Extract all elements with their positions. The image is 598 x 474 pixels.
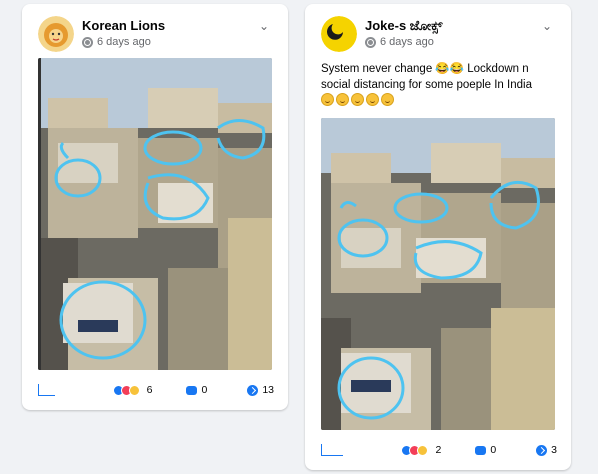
page-avatar[interactable] xyxy=(321,16,357,52)
insights-chart[interactable] xyxy=(38,384,55,396)
post-photo[interactable] xyxy=(321,118,555,430)
globe-icon xyxy=(365,36,376,48)
share-icon xyxy=(536,444,548,456)
laughing-emoji-icon xyxy=(366,93,379,106)
page-name[interactable]: Joke-s ಜೋಕ್ಸ್ xyxy=(365,18,442,34)
post-card: Korean Lions 6 days ago ⌄ 6 0 13 xyxy=(22,4,288,410)
reactions-value: 2 xyxy=(435,444,442,456)
insights-chart[interactable] xyxy=(321,444,344,456)
emoji-row xyxy=(321,93,394,106)
post-footer: 2 0 3 xyxy=(321,442,557,458)
shares-value: 3 xyxy=(551,444,557,456)
comments-value: 0 xyxy=(490,444,497,456)
comments-count[interactable]: 0 xyxy=(186,384,207,396)
laughing-emoji-icon xyxy=(336,93,349,106)
shares-value: 13 xyxy=(262,384,274,396)
post-photo[interactable] xyxy=(38,58,272,370)
comment-icon xyxy=(475,445,487,455)
reactions-count[interactable]: 6 xyxy=(112,384,153,396)
page-name[interactable]: Korean Lions xyxy=(82,18,165,33)
post-card: Joke-s ಜೋಕ್ಸ್ 6 days ago ⌄ System never … xyxy=(305,4,571,470)
comment-icon xyxy=(186,385,198,395)
shares-count[interactable]: 13 xyxy=(247,384,274,396)
post-footer: 6 0 13 xyxy=(38,382,274,398)
comments-value: 0 xyxy=(201,384,208,396)
page-avatar[interactable] xyxy=(38,16,74,52)
post-time[interactable]: 6 days ago xyxy=(97,36,151,48)
laughing-emoji-icon xyxy=(351,93,364,106)
reaction-icons xyxy=(401,444,429,456)
laughing-emoji-icon xyxy=(381,93,394,106)
post-meta: 6 days ago xyxy=(365,36,434,48)
shares-count[interactable]: 3 xyxy=(536,444,557,456)
globe-icon xyxy=(82,36,93,48)
post-text: System never change 😂😂 Lockdown n social… xyxy=(321,63,532,91)
comments-count[interactable]: 0 xyxy=(475,444,496,456)
post-meta: 6 days ago xyxy=(82,36,151,48)
haha-icon xyxy=(417,444,429,456)
chevron-down-icon[interactable]: ⌄ xyxy=(256,18,272,34)
reactions-value: 6 xyxy=(146,384,153,396)
haha-icon xyxy=(128,384,140,396)
laughing-emoji-icon xyxy=(321,93,334,106)
post-time[interactable]: 6 days ago xyxy=(380,36,434,48)
share-icon xyxy=(247,384,259,396)
chevron-down-icon[interactable]: ⌄ xyxy=(539,18,555,34)
reactions-count[interactable]: 2 xyxy=(401,444,441,456)
reaction-icons xyxy=(112,384,140,396)
